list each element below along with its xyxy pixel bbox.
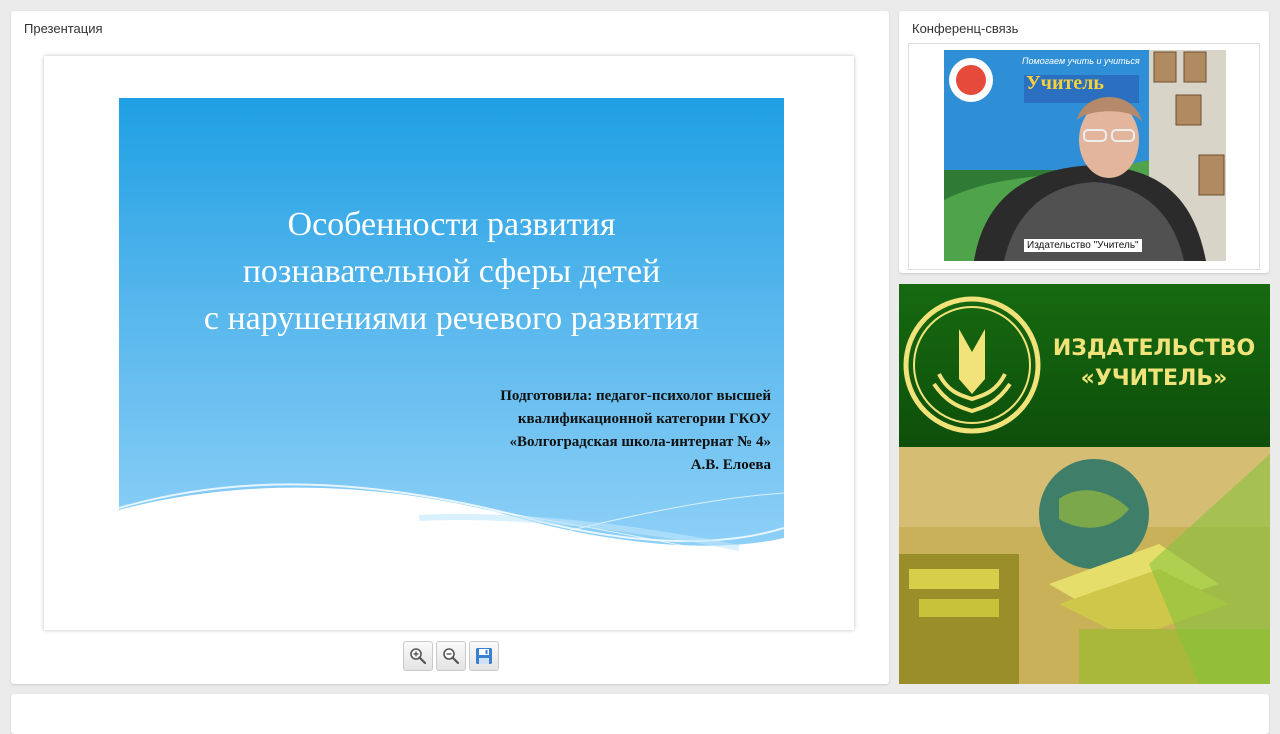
publisher-banner: ИЗДАТЕЛЬСТВО «УЧИТЕЛЬ» — [899, 284, 1270, 684]
slide-viewer: Особенности развития познавательной сфер… — [44, 56, 854, 630]
publisher-name-line-2: «УЧИТЕЛЬ» — [1080, 366, 1228, 391]
slide-author-line-1: Подготовила: педагог-психолог высшей — [500, 388, 771, 404]
slide: Особенности развития познавательной сфер… — [119, 98, 784, 555]
backdrop-brand: Учитель — [1026, 72, 1104, 94]
slide-author-line-4: А.В. Елоева — [690, 457, 771, 473]
slide-author-line-2: квалификационной категории ГКОУ — [517, 411, 771, 427]
backdrop-slogan: Помогаем учить и учиться — [1022, 56, 1140, 66]
video-caption: Издательство "Учитель" — [1024, 239, 1142, 252]
video-feed[interactable]: Помогаем учить и учиться Учитель Издател… — [944, 50, 1226, 261]
conference-panel-title: Конференц-связь — [912, 21, 1019, 36]
slide-title-line-3: с нарушениями речевого развития — [203, 300, 700, 337]
presentation-panel: Презентация Особенности развития познава… — [11, 11, 889, 684]
slide-title-line-1: Особенности развития — [287, 206, 616, 243]
save-icon — [476, 648, 492, 664]
slide-title-line-2: познавательной сферы детей — [242, 253, 661, 290]
publisher-name-line-1: ИЗДАТЕЛЬСТВО — [1052, 336, 1256, 361]
presentation-panel-title: Презентация — [24, 21, 103, 36]
conference-panel: Конференц-связь Помогаем учить и учиться… — [899, 11, 1269, 273]
zoom-in-button[interactable] — [403, 641, 433, 671]
zoom-out-button[interactable] — [436, 641, 466, 671]
zoom-out-icon — [443, 648, 460, 665]
zoom-in-icon — [410, 648, 427, 665]
save-button[interactable] — [469, 641, 499, 671]
slide-author-line-3: «Волгоградская школа-интернат № 4» — [509, 434, 771, 450]
bottom-panel — [11, 694, 1269, 734]
